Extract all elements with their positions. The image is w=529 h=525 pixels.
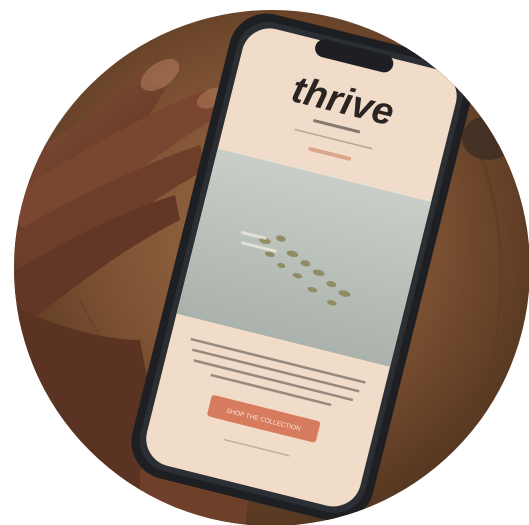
round-object — [462, 116, 514, 160]
photo-scene: thrive SHOP THE COLLECTION — [0, 0, 529, 525]
